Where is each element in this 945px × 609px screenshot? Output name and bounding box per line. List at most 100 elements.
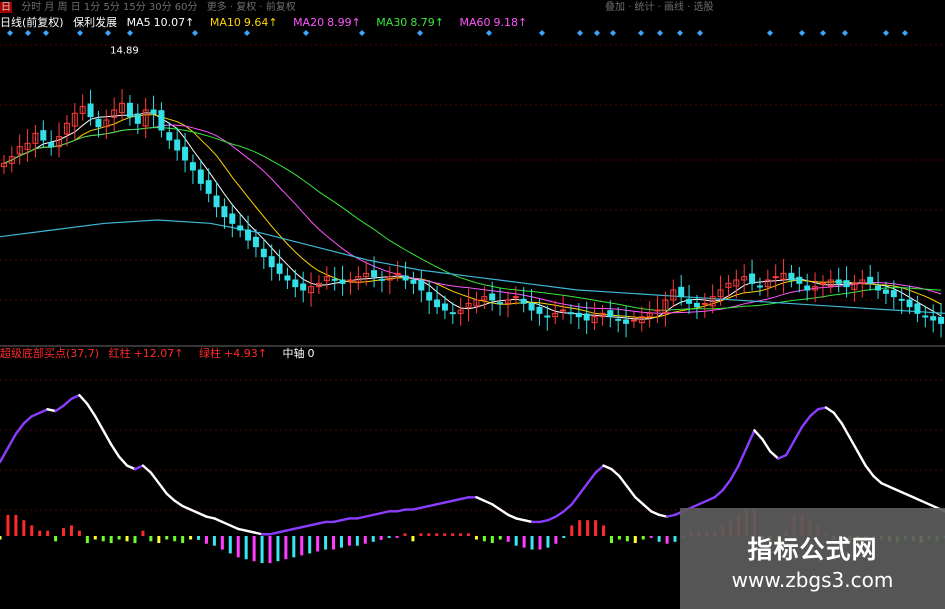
indicator-bar: [641, 536, 645, 540]
indicator-bar: [173, 536, 177, 542]
indicator-bar: [316, 536, 320, 552]
toolbar-tools[interactable]: 叠加 · 统计 · 画线 · 选股: [605, 2, 714, 13]
indicator-line-segment: [745, 429, 756, 450]
indicator-line-segment: [483, 499, 494, 506]
indicator-bar: [157, 536, 161, 544]
indicator-line-segment: [721, 478, 732, 492]
indicator-bar: [443, 533, 447, 536]
candle-body: [418, 280, 425, 291]
toolbar-flag[interactable]: 日: [0, 2, 12, 13]
indicator-bar: [85, 536, 89, 544]
signal-marker: [610, 30, 616, 36]
candle-body: [245, 229, 252, 241]
indicator-line-segment: [340, 517, 351, 522]
indicator-bar: [197, 536, 201, 540]
indicator-line-segment: [189, 508, 200, 515]
red-bar-value: +12.07↑: [133, 347, 184, 360]
indicator-bar: [387, 536, 391, 538]
indicator-line-segment: [872, 474, 883, 485]
indicator-bar: [260, 536, 264, 564]
candle-body: [544, 315, 551, 318]
indicator-line-segment: [435, 501, 446, 506]
indicator-line-segment: [856, 450, 867, 467]
watermark-title: 指标公式网: [747, 535, 878, 564]
indicator-bar: [609, 536, 613, 544]
candle-body: [292, 279, 299, 288]
candle-body: [449, 312, 456, 315]
indicator-bar: [332, 536, 336, 550]
candle-body: [788, 272, 795, 281]
candle-body: [938, 316, 945, 324]
indicator-bar: [506, 536, 510, 542]
candle-body: [749, 273, 756, 284]
candlesticks: [0, 89, 945, 338]
indicator-bar: [649, 536, 653, 538]
candle-body: [623, 319, 630, 324]
watermark-url: www.zbgs3.com: [731, 568, 894, 592]
candle-body: [276, 263, 283, 274]
indicator-line-segment: [149, 471, 161, 485]
ma60-value: 9.18↑: [493, 16, 528, 29]
indicator-bar: [0, 536, 2, 540]
candle-body: [914, 303, 921, 314]
candle-body: [654, 309, 661, 312]
indicator-line-segment: [522, 518, 534, 524]
indicator-bar: [14, 514, 18, 536]
candle-body: [134, 113, 141, 124]
indicator-bar: [109, 536, 113, 544]
candle-body: [489, 293, 496, 301]
candle-body: [87, 103, 94, 118]
indicator-line-segment: [792, 425, 804, 443]
indicator-line-segment: [904, 492, 915, 499]
candle-body: [890, 290, 897, 298]
indicator-line-segment: [62, 397, 73, 407]
signal-marker: [902, 30, 908, 36]
candle-body: [843, 280, 850, 288]
indicator-bar: [324, 536, 328, 550]
indicator-line-segment: [308, 522, 319, 527]
indicator-line-segment: [22, 415, 33, 425]
signal-marker: [697, 30, 703, 36]
toolbar-options[interactable]: 更多 · 复权 · 前复权: [207, 2, 296, 13]
candle-body: [607, 310, 614, 318]
candle-body: [615, 318, 622, 321]
indicator-bar: [363, 536, 367, 544]
indicator-line-segment: [86, 402, 97, 418]
indicator-bar: [522, 536, 526, 548]
indicator-line-segment: [642, 503, 653, 513]
indicator-line-segment: [165, 492, 176, 502]
indicator-line-segment: [46, 408, 57, 413]
signal-marker: [657, 30, 663, 36]
stock-name[interactable]: 保利发展: [73, 16, 117, 29]
indicator-bar: [69, 525, 73, 536]
candle-body: [205, 180, 212, 194]
indicator-bar: [427, 533, 431, 536]
candle-body: [339, 279, 346, 284]
indicator-line-segment: [705, 496, 716, 502]
indicator-line-segment: [427, 503, 438, 508]
toolbar-periods[interactable]: 分时 月 周 日 1分 5分 15分 30分 60分: [21, 2, 197, 13]
signal-marker: [799, 30, 805, 36]
indicator-line-segment: [554, 510, 566, 518]
indicator-line-segment: [213, 517, 224, 524]
green-bar-value: +4.93↑: [224, 347, 267, 360]
period-toolbar[interactable]: 日 分时 月 周 日 1分 5分 15分 30分 60分 更多 · 复权 · 前…: [0, 0, 720, 16]
candle-body: [528, 302, 535, 311]
indicator-line-segment: [491, 503, 502, 511]
signal-marker: [577, 30, 583, 36]
ma5-value: 10.07↑: [153, 16, 195, 29]
candle-body: [575, 312, 582, 318]
indicator-line-segment: [157, 482, 168, 495]
indicator-line-segment: [300, 524, 311, 529]
indicator-line-segment: [379, 510, 391, 515]
indicator-line-segment: [419, 504, 431, 510]
candle-body: [197, 169, 204, 184]
indicator-bar: [617, 536, 621, 540]
indicator-line-segment: [117, 455, 129, 467]
ma-legend: 日线(前复权) 保利发展 MA5 10.07↑ MA10 9.64↑ MA20 8.9…: [0, 15, 539, 31]
indicator-line-segment: [538, 518, 550, 524]
indicator-bar: [514, 536, 518, 546]
indicator-bar: [657, 536, 661, 542]
candle-body: [331, 278, 338, 281]
indicator-line-segment: [713, 489, 724, 499]
